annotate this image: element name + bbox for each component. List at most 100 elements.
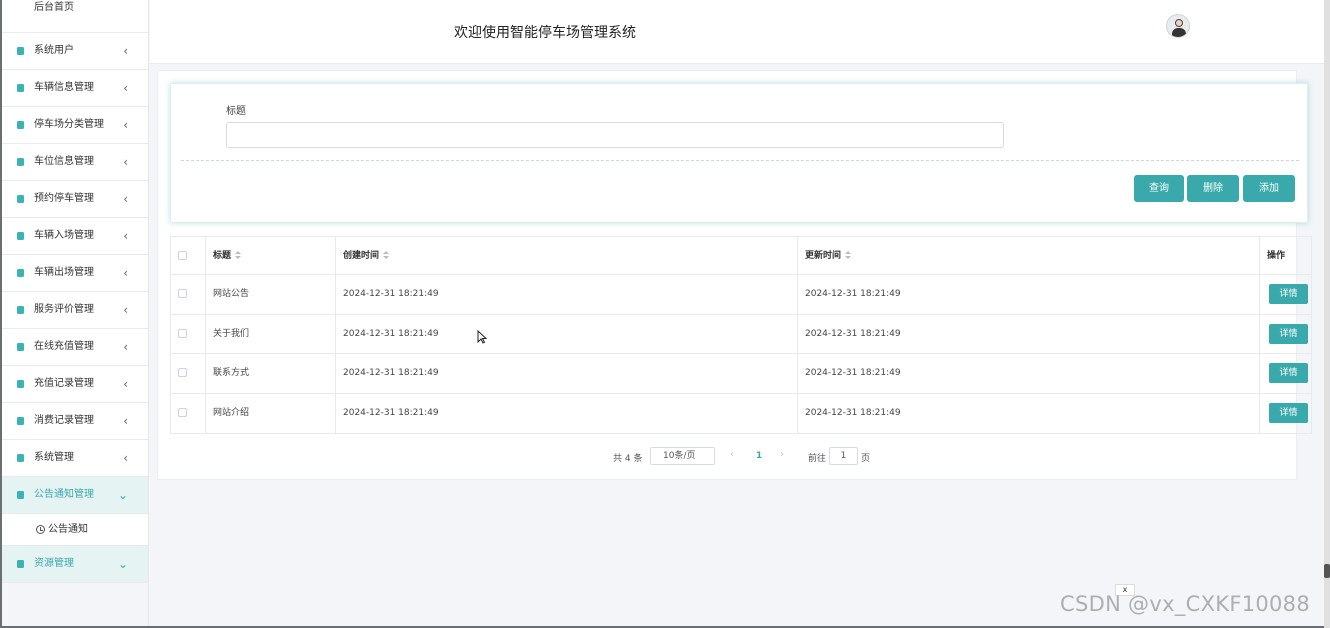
sidebar-item-label: 服务评价管理 [34,304,94,315]
column-header-title[interactable]: 标题 [206,237,336,274]
main-content: 标题 查询 删除 添加 标题 创建时间 更新时间 操作 网站公告 2024-12… [157,70,1312,480]
sidebar-item-home[interactable]: 后台首页 [2,0,148,33]
sidebar-item-label: 车辆入场管理 [34,230,94,241]
table-row: 网站介绍 2024-12-31 18:21:49 2024-12-31 18:2… [171,393,1311,433]
sidebar-item-label: 停车场分类管理 [34,119,104,130]
sidebar-item-lot-category[interactable]: 停车场分类管理 ‹ [2,107,148,144]
divider [181,160,1299,161]
sidebar-item-label: 资源管理 [34,558,74,569]
chevron-down-icon: ⌄ [117,488,128,502]
avatar-body [1172,28,1186,37]
sidebar-item-label: 公告通知管理 [34,489,94,500]
query-button[interactable]: 查询 [1134,175,1184,202]
detail-button[interactable]: 详情 [1269,284,1308,304]
cell-actions: 详情 [1260,275,1312,314]
detail-button[interactable]: 详情 [1269,363,1308,383]
search-panel: 标题 查询 删除 添加 [170,83,1308,223]
sidebar: 后台首页 系统用户 ‹ 车辆信息管理 ‹ 停车场分类管理 ‹ 车位信息管理 ‹ 预约停车… [2,0,149,626]
search-title-label: 标题 [226,106,246,117]
sidebar-item-label: 消费记录管理 [34,415,94,426]
detail-button[interactable]: 详情 [1269,323,1308,344]
page-title: 欢迎使用智能停车场管理系统 [454,25,636,41]
menu-bullet-icon [17,84,24,92]
row-checkbox[interactable] [178,368,187,377]
menu-bullet-icon [17,454,24,462]
add-button[interactable]: 添加 [1243,175,1295,202]
top-header: 欢迎使用智能停车场管理系统 [150,0,1326,64]
row-checkbox[interactable] [178,328,187,338]
sidebar-subitem-announcement[interactable]: 公告通知 [2,514,148,546]
chevron-left-icon: ‹ [123,155,128,169]
avatar-head [1175,19,1183,27]
sidebar-item-vehicle-entry[interactable]: 车辆入场管理 ‹ [2,218,148,255]
avatar[interactable] [1166,14,1190,38]
row-select-cell [171,393,206,433]
watermark: CSDN @vx_CXKF10088 [1060,592,1311,616]
prev-page-icon[interactable]: ‹ [730,449,734,460]
sidebar-item-vehicle-exit[interactable]: 车辆出场管理 ‹ [2,255,148,292]
row-select-cell [171,314,206,353]
sort-icon[interactable] [383,251,390,260]
menu-bullet-icon [17,195,24,203]
chevron-left-icon: ‹ [123,266,128,280]
sidebar-item-space-info[interactable]: 车位信息管理 ‹ [2,144,148,181]
sidebar-item-vehicle-info[interactable]: 车辆信息管理 ‹ [2,70,148,107]
chevron-left-icon: ‹ [123,192,128,206]
search-title-input[interactable] [226,122,1004,148]
cell-title: 网站介绍 [206,393,336,433]
cell-actions: 详情 [1260,354,1312,393]
row-select-cell [171,275,206,314]
app-window: 后台首页 系统用户 ‹ 车辆信息管理 ‹ 停车场分类管理 ‹ 车位信息管理 ‹ 预约停车… [2,0,1326,626]
page-size-select[interactable]: 10条/页 [650,447,715,465]
sidebar-item-recharge-records[interactable]: 充值记录管理 ‹ [2,366,148,403]
chevron-left-icon: ‹ [123,303,128,317]
table-row: 关于我们 2024-12-31 18:21:49 2024-12-31 18:2… [171,314,1311,354]
scrollbar-thumb[interactable] [1324,564,1330,578]
cell-updated: 2024-12-31 18:21:49 [798,354,1260,393]
menu-bullet-icon [17,417,24,425]
sidebar-item-online-recharge[interactable]: 在线充值管理 ‹ [2,329,148,366]
column-header-updated[interactable]: 更新时间 [798,237,1260,274]
clock-icon [36,525,45,534]
chevron-left-icon: ‹ [123,340,128,354]
sidebar-item-consumption-records[interactable]: 消费记录管理 ‹ [2,403,148,440]
chevron-left-icon: ‹ [123,81,128,95]
menu-bullet-icon [17,47,24,55]
table-header-row: 标题 创建时间 更新时间 操作 [171,237,1311,275]
sidebar-item-reservation[interactable]: 预约停车管理 ‹ [2,181,148,218]
goto-label: 前往 [808,454,827,464]
column-header-actions: 操作 [1267,251,1286,261]
cell-updated: 2024-12-31 18:21:49 [798,393,1260,433]
sort-icon[interactable] [235,251,242,260]
detail-button[interactable]: 详情 [1269,402,1308,423]
chevron-down-icon: ⌄ [117,557,128,571]
sidebar-item-label: 车辆信息管理 [34,82,94,93]
sidebar-item-label: 车辆出场管理 [34,267,94,278]
row-checkbox[interactable] [178,289,187,298]
sidebar-item-service-review[interactable]: 服务评价管理 ‹ [2,292,148,329]
menu-bullet-icon [17,158,24,166]
goto-page-input[interactable]: 1 [829,447,858,465]
page-scrollbar[interactable] [1324,0,1330,628]
pagination: 共 4 条 10条/页 ‹ 1 › 前往 1 页 [158,447,1298,467]
delete-button[interactable]: 删除 [1187,175,1239,202]
sidebar-item-system-management[interactable]: 系统管理 ‹ [2,440,148,477]
column-header-created[interactable]: 创建时间 [336,237,798,274]
sidebar-item-resources[interactable]: 资源管理 ⌄ [2,546,148,583]
menu-bullet-icon [17,380,24,388]
sort-icon[interactable] [845,251,852,260]
sidebar-item-system-users[interactable]: 系统用户 ‹ [2,33,148,70]
chevron-left-icon: ‹ [123,44,128,58]
cell-created: 2024-12-31 18:21:49 [336,275,798,314]
chevron-left-icon: ‹ [123,118,128,132]
page-number[interactable]: 1 [756,451,762,461]
menu-bullet-icon [17,343,24,351]
sidebar-item-label: 预约停车管理 [34,193,94,204]
column-header-label: 创建时间 [343,251,380,261]
table-row: 网站公告 2024-12-31 18:21:49 2024-12-31 18:2… [171,275,1311,315]
next-page-icon[interactable]: › [780,449,784,460]
cell-created: 2024-12-31 18:21:49 [336,314,798,353]
sidebar-item-announcements[interactable]: 公告通知管理 ⌄ [2,477,148,514]
select-all-checkbox[interactable] [178,251,187,260]
row-checkbox[interactable] [178,407,187,417]
